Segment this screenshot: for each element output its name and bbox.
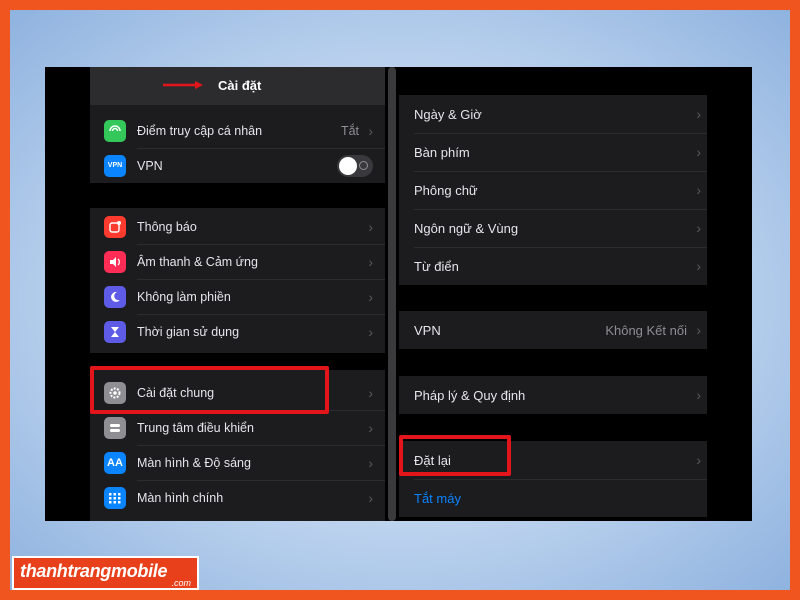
settings-item-dictionary[interactable]: Từ điển › (399, 247, 707, 285)
chevron-right-icon: › (696, 387, 701, 403)
chevron-right-icon: › (696, 452, 701, 468)
sidebar-item-control-center[interactable]: Trung tâm điều khiển › (90, 410, 385, 445)
settings-item-label: Phông chữ (414, 182, 478, 198)
chevron-right-icon: › (696, 322, 701, 338)
brand-tld: .com (171, 578, 191, 588)
hotspot-status: Tắt (340, 123, 359, 138)
chevron-right-icon: › (368, 218, 373, 235)
sidebar-item-notifications[interactable]: Thông báo › (90, 209, 385, 244)
settings-item-keyboard[interactable]: Bàn phím › (399, 133, 707, 171)
sidebar-item-label: Màn hình & Độ sáng (137, 455, 251, 470)
sidebar-item-label: Thời gian sử dụng (137, 324, 240, 339)
sidebar-item-screen-time[interactable]: Thời gian sử dụng › (90, 314, 385, 349)
sidebar-item-label: Âm thanh & Cảm ứng (137, 254, 258, 269)
chevron-right-icon: › (368, 323, 373, 340)
sidebar-item-home-screen[interactable]: Màn hình chính › (90, 480, 385, 515)
page-title: Cài đặt (218, 78, 262, 93)
settings-item-vpn[interactable]: VPN Không Kết nối › (399, 311, 707, 349)
highlight-reset (399, 435, 511, 476)
highlight-general (90, 366, 329, 414)
shutdown-label: Tắt máy (414, 490, 461, 506)
sidebar-item-label: Điểm truy cập cá nhân (137, 123, 263, 138)
settings-item-language-region[interactable]: Ngôn ngữ & Vùng › (399, 209, 707, 247)
general-settings-group: Ngày & Giờ › Bàn phím › Phông chữ › Ngôn… (399, 95, 707, 285)
sidebar-item-display[interactable]: AA Màn hình & Độ sáng › (90, 445, 385, 480)
chevron-right-icon: › (368, 122, 373, 139)
settings-item-label: Pháp lý & Quy định (414, 387, 526, 403)
settings-item-fonts[interactable]: Phông chữ › (399, 171, 707, 209)
settings-item-legal[interactable]: Pháp lý & Quy định › (399, 376, 707, 414)
legal-group: Pháp lý & Quy định › (399, 376, 707, 414)
settings-item-label: VPN (414, 322, 441, 338)
sidebar-item-label: Màn hình chính (137, 490, 224, 505)
vpn-icon: VPN (104, 154, 126, 177)
brand-name: thanhtrangmobile (20, 561, 168, 581)
hotspot-icon (104, 119, 126, 142)
chevron-right-icon: › (696, 182, 701, 198)
vpn-status: Không Kết nối (605, 322, 687, 338)
chevron-right-icon: › (368, 489, 373, 506)
sound-icon (104, 250, 126, 273)
notifications-group: Thông báo › Âm thanh & Cảm ứng › Không l… (90, 208, 385, 353)
sidebar-item-vpn[interactable]: VPN VPN (90, 148, 385, 183)
sidebar-item-do-not-disturb[interactable]: Không làm phiền › (90, 279, 385, 314)
sidebar-item-sounds[interactable]: Âm thanh & Cảm ứng › (90, 244, 385, 279)
chevron-right-icon: › (696, 258, 701, 274)
control-center-icon (104, 416, 126, 439)
shutdown-button[interactable]: Tắt máy (399, 479, 707, 517)
chevron-right-icon: › (368, 454, 373, 471)
chevron-right-icon: › (368, 419, 373, 436)
settings-item-label: Ngôn ngữ & Vùng (414, 220, 519, 236)
chevron-right-icon: › (696, 144, 701, 160)
vpn-group: VPN Không Kết nối › (399, 311, 707, 349)
hourglass-icon (104, 320, 126, 343)
settings-sidebar: Cài đặt Điểm truy cập cá nhân Tắt › VPN … (90, 67, 430, 521)
chevron-right-icon: › (368, 288, 373, 305)
sidebar-item-label: Trung tâm điều khiển (137, 420, 254, 435)
sidebar-item-label: VPN (137, 158, 163, 173)
chevron-right-icon: › (696, 106, 701, 122)
toggle-knob (339, 156, 357, 175)
vpn-toggle[interactable] (337, 154, 373, 177)
sidebar-item-hotspot[interactable]: Điểm truy cập cá nhân Tắt › (90, 113, 385, 148)
sidebar-header: Cài đặt (90, 67, 385, 105)
notifications-icon (104, 215, 126, 238)
sidebar-item-label: Không làm phiền (137, 289, 231, 304)
sidebar-item-label: Thông báo (137, 219, 197, 234)
home-screen-icon (104, 486, 126, 509)
settings-item-label: Ngày & Giờ (414, 106, 482, 122)
connectivity-group: Điểm truy cập cá nhân Tắt › VPN VPN (90, 105, 385, 183)
chevron-right-icon: › (368, 253, 373, 270)
settings-item-date-time[interactable]: Ngày & Giờ › (399, 95, 707, 133)
toggle-off-indicator (359, 160, 368, 170)
settings-item-label: Từ điển (414, 258, 459, 274)
settings-item-label: Bàn phím (414, 144, 470, 160)
chevron-right-icon: › (696, 220, 701, 236)
settings-screenshot: Cài đặt Điểm truy cập cá nhân Tắt › VPN … (45, 67, 752, 521)
red-arrow-icon (163, 81, 203, 89)
display-icon: AA (104, 451, 126, 474)
brand-logo: thanhtrangmobile .com (12, 556, 199, 590)
pane-resize-handle[interactable] (388, 67, 396, 521)
chevron-right-icon: › (368, 384, 373, 401)
moon-icon (104, 285, 126, 308)
